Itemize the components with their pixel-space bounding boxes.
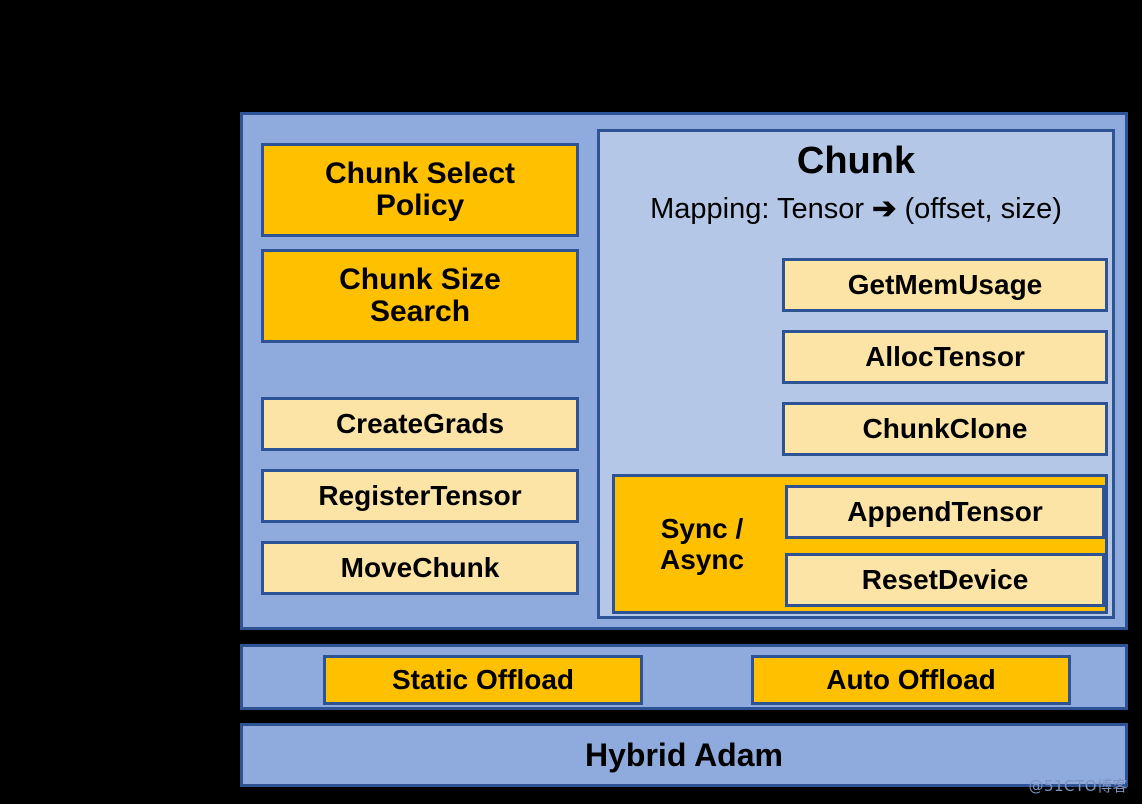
auto-offload-box[interactable]: Auto Offload (751, 655, 1071, 705)
chunk-mapping-prefix: Mapping: Tensor (650, 193, 873, 225)
reset-device-box[interactable]: ResetDevice (785, 553, 1105, 607)
diagram-canvas: Chunk Select Policy Chunk Size Search Cr… (0, 0, 1142, 804)
chunk-mapping-suffix: (offset, size) (896, 193, 1062, 225)
static-offload-box[interactable]: Static Offload (323, 655, 643, 705)
chunk-title: Chunk (796, 140, 916, 182)
chunk-select-policy-label-line2: Policy (375, 189, 465, 222)
chunk-clone-label: ChunkClone (862, 412, 1028, 444)
chunk-subpanel: Chunk Mapping: Tensor ➔ (offset, size) G… (597, 129, 1115, 619)
sync-async-group: Sync / Async AppendTensor ResetDevice (612, 474, 1108, 614)
alloc-tensor-label: AllocTensor (865, 340, 1025, 372)
register-tensor-box[interactable]: RegisterTensor (261, 469, 579, 523)
register-tensor-label: RegisterTensor (318, 479, 522, 511)
move-chunk-box[interactable]: MoveChunk (261, 541, 579, 595)
get-mem-usage-label: GetMemUsage (847, 268, 1043, 300)
get-mem-usage-box[interactable]: GetMemUsage (782, 258, 1108, 312)
hybrid-adam-panel: Hybrid Adam (240, 723, 1128, 787)
move-chunk-label: MoveChunk (340, 551, 500, 583)
append-tensor-label: AppendTensor (847, 495, 1043, 527)
append-tensor-box[interactable]: AppendTensor (785, 485, 1105, 539)
hybrid-adam-label: Hybrid Adam (585, 736, 783, 773)
alloc-tensor-box[interactable]: AllocTensor (782, 330, 1108, 384)
sync-async-label: Sync / Async (623, 477, 781, 611)
chunk-select-policy-label-line1: Chunk Select (324, 156, 516, 190)
sync-async-label-line1: Sync / (660, 512, 744, 544)
reset-device-label: ResetDevice (861, 563, 1029, 595)
offload-panel: Static Offload Auto Offload (240, 644, 1128, 710)
create-grads-box[interactable]: CreateGrads (261, 397, 579, 451)
chunk-size-search-label-line1: Chunk Size (339, 262, 501, 296)
chunk-select-policy-box[interactable]: Chunk Select Policy (261, 143, 579, 237)
chunk-manager-panel: Chunk Select Policy Chunk Size Search Cr… (240, 112, 1128, 630)
chunk-mapping-caption: Mapping: Tensor ➔ (offset, size) (600, 194, 1112, 224)
static-offload-label: Static Offload (391, 663, 574, 695)
chunk-size-search-box[interactable]: Chunk Size Search (261, 249, 579, 343)
auto-offload-label: Auto Offload (826, 663, 996, 695)
create-grads-label: CreateGrads (335, 407, 505, 439)
chunk-size-search-label-line2: Search (369, 295, 471, 328)
right-arrow-icon: ➔ (872, 193, 897, 225)
chunk-clone-box[interactable]: ChunkClone (782, 402, 1108, 456)
sync-async-label-line2: Async (659, 544, 745, 575)
